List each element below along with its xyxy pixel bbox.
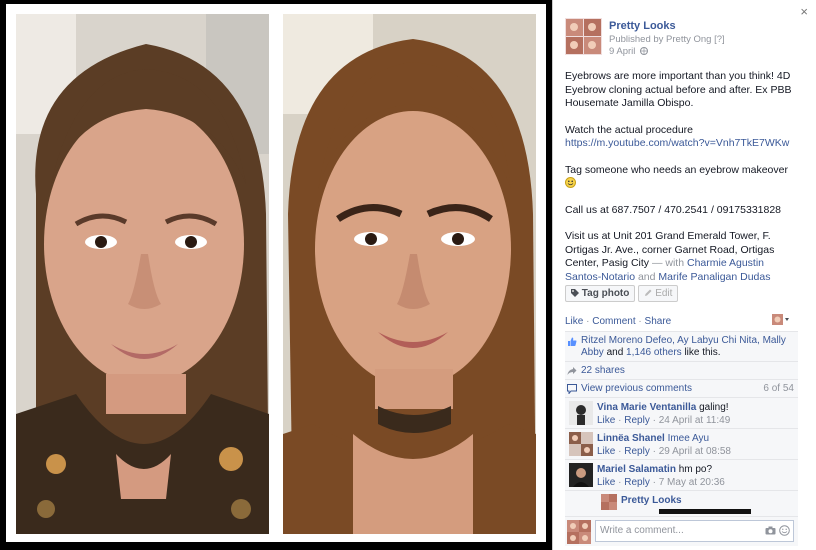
tag-photo-label: Tag photo xyxy=(581,288,630,299)
comment-reply-link[interactable]: Reply xyxy=(624,415,650,426)
published-by: Published by Pretty Ong [?] xyxy=(609,34,725,45)
commenter-name[interactable]: Linnëa Shanel xyxy=(597,433,665,444)
after-photo xyxy=(283,14,536,534)
youtube-link[interactable]: https://m.youtube.com/watch?v=Vnh7TkE7WK… xyxy=(565,137,789,149)
action-separator: · xyxy=(638,316,642,327)
comment-like-link[interactable]: Like xyxy=(597,446,615,457)
shares-link[interactable]: 22 shares xyxy=(581,365,625,376)
thumbs-up-icon xyxy=(567,337,577,347)
comment-body: Linnëa Shanel Imee Ayu Like · Reply · 29… xyxy=(597,432,731,458)
likes-summary: Ritzel Moreno Defeo, Ay Labyu Chi Nita, … xyxy=(565,331,798,361)
likes-others-link[interactable]: 1,146 others xyxy=(626,347,682,358)
comment-reply-link[interactable]: Reply xyxy=(624,446,650,457)
help-tag[interactable]: [?] xyxy=(714,34,725,45)
comment-reply-link[interactable]: Reply xyxy=(624,477,650,488)
post-paragraph-tag: Tag someone who needs an eyebrow makeove… xyxy=(565,164,797,191)
post-photo[interactable] xyxy=(6,4,546,542)
post-paragraph-call: Call us at 687.7507 / 470.2541 / 0917533… xyxy=(565,203,782,216)
photo-buttons: Tag photo Edit xyxy=(565,285,679,303)
replier-avatar[interactable] xyxy=(601,494,617,510)
published-prefix: Published by xyxy=(609,34,664,45)
edit-button[interactable]: Edit xyxy=(638,285,679,302)
share-arrow-icon xyxy=(567,366,577,376)
tagged-person-2[interactable]: Marife Panaligan Dudas xyxy=(658,271,770,283)
likes-suffix: like this. xyxy=(684,347,721,358)
comment-time[interactable]: 29 April at 08:58 xyxy=(659,446,731,457)
share-action[interactable]: Share xyxy=(645,316,672,327)
comment-text: hm po? xyxy=(678,464,713,475)
post-date: 9 April xyxy=(609,46,649,57)
current-user-avatar xyxy=(567,520,591,544)
tag-line: Tag someone who needs an eyebrow makeove… xyxy=(565,163,788,176)
comment-text: galing! xyxy=(699,402,729,413)
reply-redaction-bar xyxy=(659,509,751,514)
with-label: — with xyxy=(651,257,685,269)
comment-tagged-name[interactable]: Imee Ayu xyxy=(668,433,710,444)
commenter-avatar[interactable] xyxy=(569,401,593,425)
tag-photo-button[interactable]: Tag photo xyxy=(565,285,636,302)
comment-time[interactable]: 7 May at 20:36 xyxy=(659,477,725,488)
comment-like-link[interactable]: Like xyxy=(597,415,615,426)
before-photo xyxy=(16,14,269,534)
post-side-panel: × Pretty Looks Published by Pretty Ong [… xyxy=(552,0,816,550)
comment-count: 6 of 54 xyxy=(763,383,794,394)
and-label: and xyxy=(637,270,656,283)
globe-icon xyxy=(638,46,649,57)
close-icon[interactable]: × xyxy=(800,4,808,19)
post-message: Eyebrows are more important than you thi… xyxy=(565,70,797,297)
post-as-selector-icon[interactable] xyxy=(772,314,790,328)
comment-action[interactable]: Comment xyxy=(592,316,635,327)
tag-icon xyxy=(571,289,579,297)
comment-meta: Like · Reply · 7 May at 20:36 xyxy=(597,477,725,488)
photo-viewer[interactable] xyxy=(0,0,552,550)
emoji-icon[interactable] xyxy=(779,525,790,536)
comment-composer: Write a comment... xyxy=(565,516,798,546)
publisher-name: Pretty Ong xyxy=(666,34,712,45)
commenter-name[interactable]: Vina Marie Ventanilla xyxy=(597,402,696,413)
comment-item: Linnëa Shanel Imee Ayu Like · Reply · 29… xyxy=(565,428,798,459)
page-avatar[interactable] xyxy=(565,18,602,55)
post-paragraph-visit: Visit us at Unit 201 Grand Emerald Tower… xyxy=(565,230,797,284)
smile-emoji-icon xyxy=(565,177,576,189)
post-paragraph-watch: Watch the actual procedure https://m.you… xyxy=(565,124,797,151)
action-separator: · xyxy=(586,316,590,327)
comment-meta: Like · Reply · 24 April at 11:49 xyxy=(597,415,731,426)
post-date-text[interactable]: 9 April xyxy=(609,46,635,57)
commenter-avatar[interactable] xyxy=(569,432,593,456)
comment-body: Vina Marie Ventanilla galing! Like · Rep… xyxy=(597,401,730,427)
watch-label: Watch the actual procedure xyxy=(565,123,694,136)
like-action[interactable]: Like xyxy=(565,316,583,327)
replier-name[interactable]: Pretty Looks xyxy=(621,495,682,506)
comment-item: Mariel Salamatin hm po? Like · Reply · 7… xyxy=(565,459,798,490)
comment-item: Vina Marie Ventanilla galing! Like · Rep… xyxy=(565,397,798,428)
view-previous-comments-link[interactable]: View previous comments xyxy=(581,383,692,394)
pencil-icon xyxy=(645,289,652,296)
comment-body: Mariel Salamatin hm po? Like · Reply · 7… xyxy=(597,463,725,489)
comment-like-link[interactable]: Like xyxy=(597,477,615,488)
commenter-name[interactable]: Mariel Salamatin xyxy=(597,464,676,475)
post-paragraph-1: Eyebrows are more important than you thi… xyxy=(565,70,792,109)
post-header: Pretty Looks Published by Pretty Ong [?]… xyxy=(565,18,800,58)
commenter-avatar[interactable] xyxy=(569,463,593,487)
comment-time[interactable]: 24 April at 11:49 xyxy=(659,415,731,426)
page-name-link[interactable]: Pretty Looks xyxy=(609,20,676,32)
reply-item: Pretty Looks xyxy=(565,490,798,516)
edit-label: Edit xyxy=(655,288,673,299)
shares-summary: 22 shares xyxy=(565,361,798,379)
post-actions: Like · Comment · Share xyxy=(565,316,671,327)
comment-bubble-icon xyxy=(567,384,577,395)
previous-comments-bar: View previous comments 6 of 54 xyxy=(565,379,798,397)
comment-meta: Like · Reply · 29 April at 08:58 xyxy=(597,446,731,457)
camera-icon[interactable] xyxy=(765,526,776,535)
likes-and: and xyxy=(606,347,624,358)
